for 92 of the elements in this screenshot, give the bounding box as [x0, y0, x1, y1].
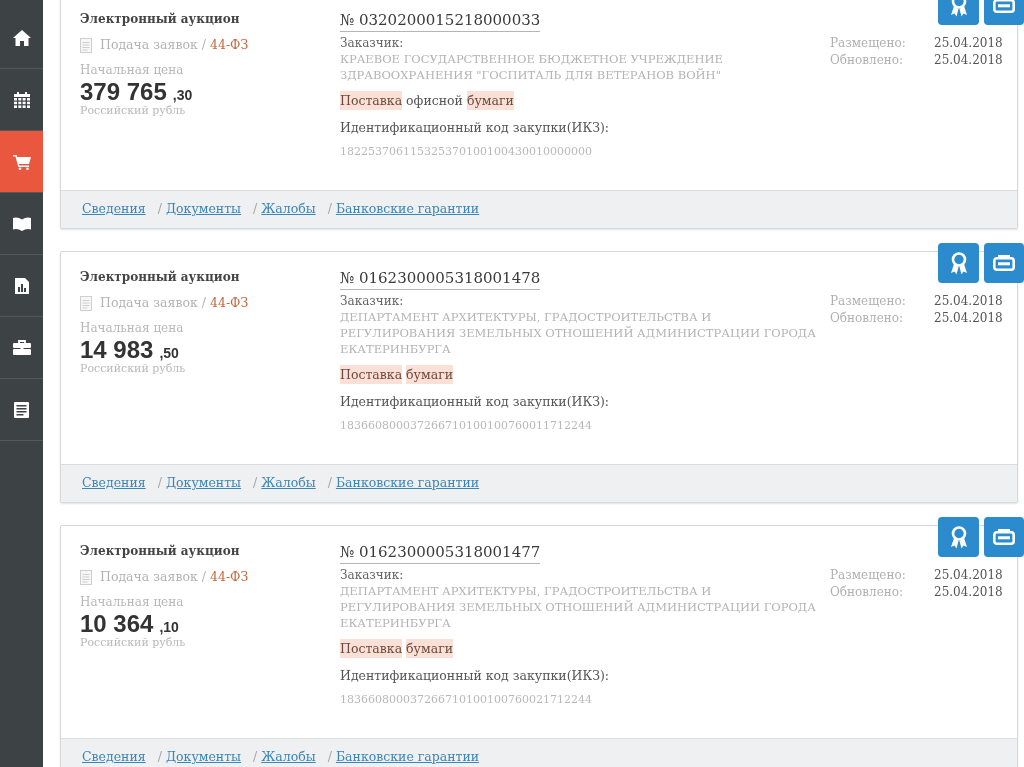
separator-text: / — [327, 748, 332, 767]
date-value: 25.04.2018 — [934, 567, 1003, 584]
stage-text: Подача заявок / — [100, 567, 206, 586]
ikz-label: Идентификационный код закупки(ИКЗ): — [340, 119, 609, 137]
printer-icon — [993, 529, 1015, 545]
currency-text: Российский рубль — [80, 636, 186, 649]
date-label: Размещено: — [830, 293, 907, 310]
customer-name: КРАЕВОЕ ГОСУДАРСТВЕННОЕ БЮДЖЕТНОЕ УЧРЕЖДЕНИЕ ЗДРАВООХРАНЕНИЯ "ГОСПИТАЛЬ ДЛЯ ВЕТЕРАНОВ ВОЙН" — [340, 51, 724, 83]
book-icon — [12, 216, 31, 231]
separator-text: / — [253, 748, 258, 767]
ikz-code: 183660800037266710100100760021712244 — [340, 692, 592, 708]
customer-label: Заказчик: — [340, 35, 404, 51]
price-value: 379 765 — [80, 80, 167, 104]
law-text: 44-ФЗ — [210, 35, 249, 54]
subject-text: Поставка бумаги — [340, 639, 454, 659]
print-button[interactable] — [984, 243, 1024, 283]
printer-icon — [993, 255, 1015, 271]
cart-icon — [12, 153, 31, 170]
document-icon — [80, 37, 92, 53]
separator-text: / — [157, 474, 162, 493]
rosette-button[interactable] — [938, 517, 979, 557]
procedure-type: Электронный аукцион — [80, 543, 240, 560]
footer-link[interactable]: Банковские гарантии — [335, 200, 480, 219]
stage-text: Подача заявок / — [100, 35, 206, 54]
customer-label: Заказчик: — [340, 293, 404, 309]
footer-link[interactable]: Документы — [165, 748, 242, 767]
procedure-type: Электронный аукцион — [80, 11, 240, 28]
date-value: 25.04.2018 — [934, 293, 1003, 310]
rosette-icon — [948, 0, 969, 17]
briefcase-icon — [12, 340, 31, 355]
date-label: Обновлено: — [830, 584, 905, 601]
date-label: Обновлено: — [830, 310, 905, 327]
footer-link[interactable]: Жалобы — [261, 748, 316, 767]
ikz-label: Идентификационный код закупки(ИКЗ): — [340, 393, 609, 411]
currency-text: Российский рубль — [80, 362, 186, 375]
tender-number-link[interactable]: № 0320200015218000033 — [340, 10, 541, 32]
separator-text: / — [157, 200, 162, 219]
procedure-type: Электронный аукцион — [80, 269, 240, 286]
date-value: 25.04.2018 — [934, 584, 1003, 601]
price-value: 10 364 — [80, 612, 154, 636]
print-button[interactable] — [984, 517, 1024, 557]
footer-link[interactable]: Сведения — [82, 748, 146, 767]
separator-text: / — [253, 474, 258, 493]
calendar-icon — [13, 91, 30, 108]
separator-text: / — [327, 474, 332, 493]
separator-text: / — [253, 200, 258, 219]
ikz-label: Идентификационный код закупки(ИКЗ): — [340, 667, 609, 685]
price-label: Начальная цена — [80, 62, 184, 78]
footer-link[interactable]: Банковские гарантии — [335, 474, 480, 493]
subject-text: Поставка бумаги — [340, 365, 454, 385]
document-icon — [80, 569, 92, 585]
footer-link[interactable]: Сведения — [82, 474, 146, 493]
currency-text: Российский рубль — [80, 104, 186, 117]
ikz-code: 182253706115325370100100430010000000 — [340, 144, 592, 160]
price-fraction: ,30 — [172, 88, 193, 102]
law-text: 44-ФЗ — [210, 567, 249, 586]
date-label: Размещено: — [830, 35, 907, 52]
price-value: 14 983 — [80, 338, 154, 362]
customer-name: ДЕПАРТАМЕНТ АРХИТЕКТУРЫ, ГРАДОСТРОИТЕЛЬСТВА И РЕГУЛИРОВАНИЯ ЗЕМЕЛЬНЫХ ОТНОШЕНИЙ АДМИНИСТРАЦИИ ГОРОДА ЕКАТЕРИНБУРГА — [340, 309, 817, 357]
ikz-code: 183660800037266710100100760011712244 — [340, 418, 592, 434]
document-icon — [80, 295, 92, 311]
date-value: 25.04.2018 — [934, 52, 1003, 69]
footer-link[interactable]: Банковские гарантии — [335, 748, 480, 767]
rosette-icon — [948, 251, 969, 275]
printer-icon — [993, 0, 1015, 13]
separator-text: / — [157, 748, 162, 767]
date-value: 25.04.2018 — [934, 310, 1003, 327]
footer-link[interactable]: Сведения — [82, 200, 146, 219]
customer-name: ДЕПАРТАМЕНТ АРХИТЕКТУРЫ, ГРАДОСТРОИТЕЛЬСТВА И РЕГУЛИРОВАНИЯ ЗЕМЕЛЬНЫХ ОТНОШЕНИЙ АДМИНИСТРАЦИИ ГОРОДА ЕКАТЕРИНБУРГА — [340, 583, 817, 631]
tender-number-link[interactable]: № 0162300005318001477 — [340, 542, 541, 564]
law-text: 44-ФЗ — [210, 293, 249, 312]
price-label: Начальная цена — [80, 320, 184, 336]
stage-text: Подача заявок / — [100, 293, 206, 312]
customer-label: Заказчик: — [340, 567, 404, 583]
price-fraction: ,50 — [159, 346, 179, 360]
rosette-button[interactable] — [938, 243, 979, 283]
separator-text: / — [327, 200, 332, 219]
footer-link[interactable]: Документы — [165, 474, 242, 493]
tender-number-link[interactable]: № 0162300005318001478 — [340, 268, 541, 290]
footer-link[interactable]: Документы — [165, 200, 242, 219]
price-fraction: ,10 — [159, 620, 179, 634]
footer-link[interactable]: Жалобы — [261, 200, 316, 219]
subject-text: Поставка офисной бумаги — [340, 91, 514, 111]
date-label: Размещено: — [830, 567, 907, 584]
footer-link[interactable]: Жалобы — [261, 474, 316, 493]
document-icon — [14, 401, 29, 418]
price-label: Начальная цена — [80, 594, 184, 610]
rosette-icon — [948, 525, 969, 549]
home-icon — [12, 29, 31, 46]
date-value: 25.04.2018 — [934, 35, 1003, 52]
report-icon — [14, 277, 29, 294]
date-label: Обновлено: — [830, 52, 905, 69]
